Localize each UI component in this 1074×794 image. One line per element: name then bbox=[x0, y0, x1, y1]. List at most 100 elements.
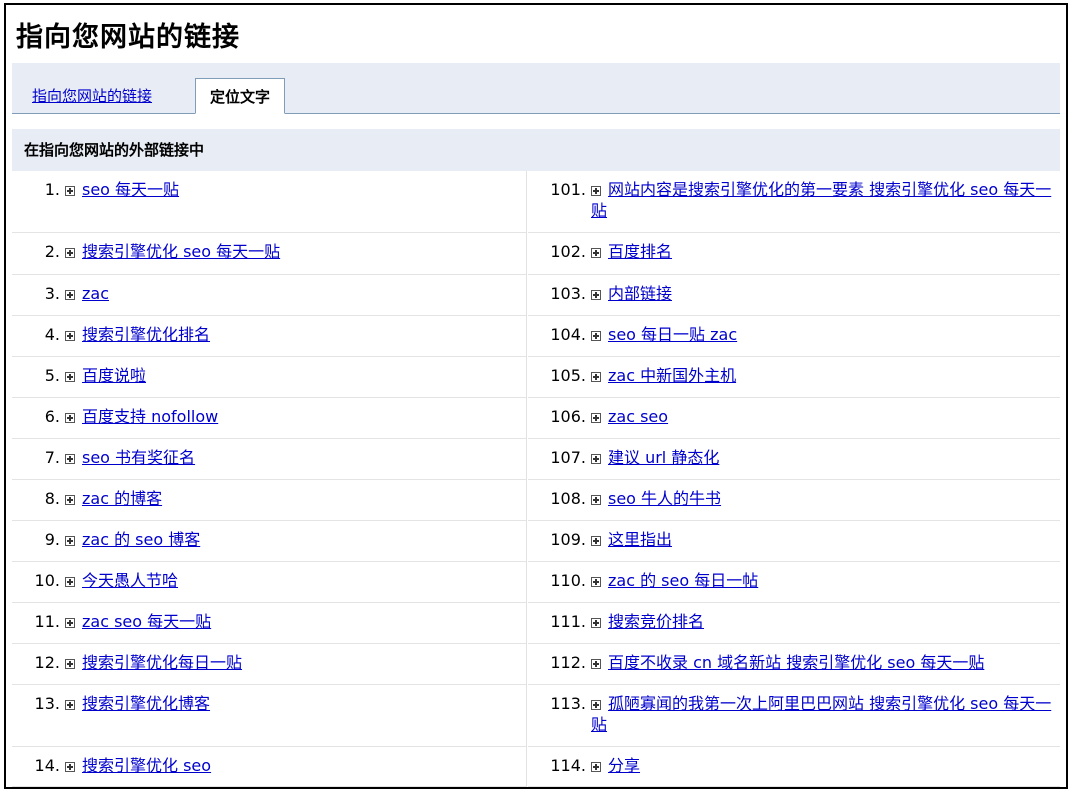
plus-box-icon[interactable] bbox=[65, 618, 75, 628]
item-number: 12. bbox=[34, 653, 60, 672]
list-item-content: 8. zac 的博客 bbox=[12, 488, 522, 509]
anchor-text-link[interactable]: 百度支持 nofollow bbox=[82, 407, 218, 426]
anchor-text-link[interactable]: zac bbox=[82, 284, 109, 303]
plus-box-icon[interactable] bbox=[591, 495, 601, 505]
plus-box-icon[interactable] bbox=[591, 413, 601, 423]
anchor-text-link[interactable]: 搜索引擎优化 seo bbox=[82, 756, 211, 775]
tab-anchor-text[interactable]: 定位文字 bbox=[195, 78, 286, 114]
anchor-text-link[interactable]: 百度说啦 bbox=[82, 366, 146, 385]
anchor-text-link[interactable]: seo 书有奖征名 bbox=[82, 448, 195, 467]
anchor-text-link[interactable]: zac seo 每天一贴 bbox=[82, 612, 211, 631]
list-item-content: 12. 搜索引擎优化每日一贴 bbox=[12, 652, 522, 673]
anchor-text-link[interactable]: seo 牛人的牛书 bbox=[608, 489, 721, 508]
plus-box-icon[interactable] bbox=[591, 700, 601, 710]
list-item-content: 13. 搜索引擎优化博客 bbox=[12, 693, 522, 714]
item-number: 14. bbox=[34, 756, 60, 775]
anchor-text-link[interactable]: 搜索引擎优化 seo 每天一贴 bbox=[82, 242, 280, 261]
list-item: 105. zac 中新国外主机 bbox=[528, 357, 1060, 398]
anchor-text-link[interactable]: 百度不收录 cn 域名新站 搜索引擎优化 seo 每天一贴 bbox=[608, 653, 984, 672]
right-column: 101. 网站内容是搜索引擎优化的第一要素 搜索引擎优化 seo 每天一贴 102.… bbox=[528, 171, 1060, 787]
plus-box-icon[interactable] bbox=[591, 659, 601, 669]
plus-box-icon[interactable] bbox=[591, 372, 601, 382]
item-body: 搜索引擎优化 seo 每天一贴 bbox=[65, 241, 522, 262]
item-body: 内部链接 bbox=[591, 283, 1056, 304]
item-number: 6. bbox=[44, 407, 60, 426]
list-item-content: 107. 建议 url 静态化 bbox=[528, 447, 1056, 468]
plus-box-icon[interactable] bbox=[591, 618, 601, 628]
anchor-text-link[interactable]: 分享 bbox=[608, 756, 640, 775]
plus-box-icon[interactable] bbox=[65, 331, 75, 341]
anchor-text-link[interactable]: 今天愚人节哈 bbox=[82, 571, 178, 590]
item-number: 110. bbox=[550, 571, 586, 590]
list-item: 114. 分享 bbox=[528, 747, 1060, 787]
plus-box-icon[interactable] bbox=[65, 186, 75, 196]
plus-box-icon[interactable] bbox=[591, 248, 601, 258]
item-body: zac 的博客 bbox=[65, 488, 522, 509]
plus-box-icon[interactable] bbox=[65, 700, 75, 710]
list-item: 6. 百度支持 nofollow bbox=[12, 398, 526, 439]
anchor-text-link[interactable]: 孤陋寡闻的我第一次上阿里巴巴网站 搜索引擎优化 seo 每天一贴 bbox=[591, 694, 1051, 734]
tab-links-to-your-site[interactable]: 指向您网站的链接 bbox=[32, 78, 152, 114]
anchor-text-link[interactable]: seo 每日一贴 zac bbox=[608, 325, 737, 344]
item-number: 114. bbox=[550, 756, 586, 775]
list-item: 10. 今天愚人节哈 bbox=[12, 562, 526, 603]
anchor-text-link[interactable]: 这里指出 bbox=[608, 530, 672, 549]
list-item-content: 111. 搜索竞价排名 bbox=[528, 611, 1056, 632]
list-item-content: 11. zac seo 每天一贴 bbox=[12, 611, 522, 632]
plus-box-icon[interactable] bbox=[65, 762, 75, 772]
anchor-text-link[interactable]: 搜索竞价排名 bbox=[608, 612, 704, 631]
anchor-text-link[interactable]: 网站内容是搜索引擎优化的第一要素 搜索引擎优化 seo 每天一贴 bbox=[591, 180, 1051, 220]
list-item: 103. 内部链接 bbox=[528, 275, 1060, 316]
list-item: 109. 这里指出 bbox=[528, 521, 1060, 562]
plus-box-icon[interactable] bbox=[591, 454, 601, 464]
list-item-content: 10. 今天愚人节哈 bbox=[12, 570, 522, 591]
list-item: 5. 百度说啦 bbox=[12, 357, 526, 398]
plus-box-icon[interactable] bbox=[65, 495, 75, 505]
plus-box-icon[interactable] bbox=[65, 413, 75, 423]
plus-box-icon[interactable] bbox=[65, 454, 75, 464]
anchor-text-link[interactable]: 百度排名 bbox=[608, 242, 672, 261]
anchor-text-link[interactable]: zac 的 seo 每日一帖 bbox=[608, 571, 758, 590]
list-item: 2. 搜索引擎优化 seo 每天一贴 bbox=[12, 233, 526, 275]
anchor-text-link[interactable]: seo 每天一贴 bbox=[82, 180, 179, 199]
plus-box-icon[interactable] bbox=[591, 290, 601, 300]
list-item: 7. seo 书有奖征名 bbox=[12, 439, 526, 480]
plus-box-icon[interactable] bbox=[65, 248, 75, 258]
plus-box-icon[interactable] bbox=[591, 577, 601, 587]
item-number: 101. bbox=[550, 180, 586, 199]
plus-box-icon[interactable] bbox=[65, 372, 75, 382]
plus-box-icon[interactable] bbox=[591, 186, 601, 196]
item-number: 113. bbox=[550, 694, 586, 713]
plus-box-icon[interactable] bbox=[65, 659, 75, 669]
list-item-content: 3. zac bbox=[12, 283, 522, 304]
item-body: 百度排名 bbox=[591, 241, 1056, 262]
item-number: 5. bbox=[44, 366, 60, 385]
anchor-text-link[interactable]: zac 中新国外主机 bbox=[608, 366, 736, 385]
list-item: 12. 搜索引擎优化每日一贴 bbox=[12, 644, 526, 685]
list-item-content: 113. 孤陋寡闻的我第一次上阿里巴巴网站 搜索引擎优化 seo 每天一贴 bbox=[528, 693, 1056, 735]
anchor-text-link[interactable]: 搜索引擎优化博客 bbox=[82, 694, 210, 713]
anchor-text-link[interactable]: zac seo bbox=[608, 407, 668, 426]
anchor-text-link[interactable]: zac 的博客 bbox=[82, 489, 162, 508]
list-item: 108. seo 牛人的牛书 bbox=[528, 480, 1060, 521]
item-number: 1. bbox=[44, 180, 60, 199]
anchor-text-panel: 指向您网站的链接 指向您网站的链接 定位文字 在指向您网站的外部链接中 1. se… bbox=[4, 3, 1068, 789]
plus-box-icon[interactable] bbox=[591, 762, 601, 772]
anchor-text-link[interactable]: 搜索引擎优化每日一贴 bbox=[82, 653, 242, 672]
plus-box-icon[interactable] bbox=[65, 577, 75, 587]
anchor-text-link[interactable]: zac 的 seo 博客 bbox=[82, 530, 200, 549]
plus-box-icon[interactable] bbox=[65, 290, 75, 300]
list-item-content: 1. seo 每天一贴 bbox=[12, 179, 522, 200]
item-number: 112. bbox=[550, 653, 586, 672]
plus-box-icon[interactable] bbox=[591, 536, 601, 546]
item-body: 搜索引擎优化博客 bbox=[65, 693, 522, 714]
anchor-text-link[interactable]: 内部链接 bbox=[608, 284, 672, 303]
anchor-text-link[interactable]: 建议 url 静态化 bbox=[608, 448, 719, 467]
plus-box-icon[interactable] bbox=[65, 536, 75, 546]
plus-box-icon[interactable] bbox=[591, 331, 601, 341]
anchor-text-link[interactable]: 搜索引擎优化排名 bbox=[82, 325, 210, 344]
item-number: 7. bbox=[44, 448, 60, 467]
page-title: 指向您网站的链接 bbox=[16, 22, 240, 53]
item-body: 分享 bbox=[591, 755, 1056, 776]
item-number: 102. bbox=[550, 242, 586, 261]
